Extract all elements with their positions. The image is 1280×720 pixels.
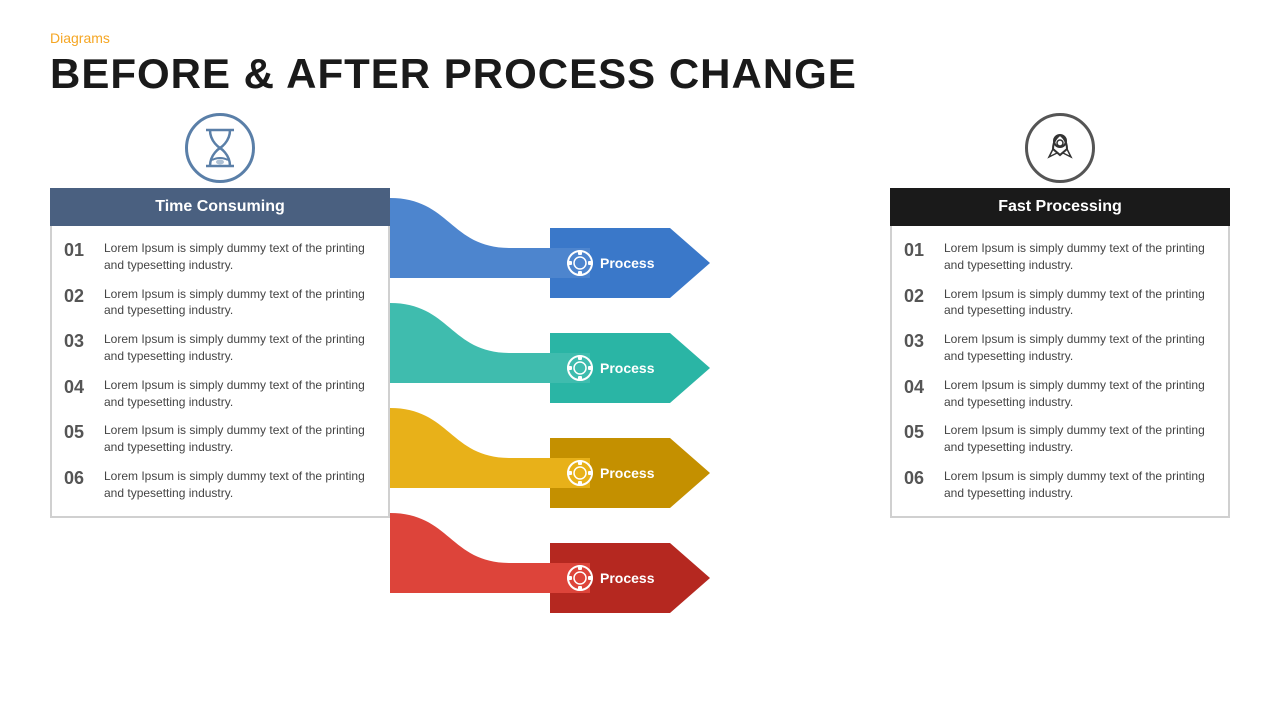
list-item: 04 Lorem Ipsum is simply dummy text of t…	[904, 371, 1216, 417]
list-item: 05 Lorem Ipsum is simply dummy text of t…	[64, 416, 376, 462]
item-text: Lorem Ipsum is simply dummy text of the …	[944, 331, 1216, 365]
item-text: Lorem Ipsum is simply dummy text of the …	[944, 468, 1216, 502]
item-number: 01	[904, 240, 934, 262]
item-text: Lorem Ipsum is simply dummy text of the …	[944, 422, 1216, 456]
item-number: 03	[64, 331, 94, 353]
page-container: Diagrams BEFORE & AFTER PROCESS CHANGE T…	[0, 0, 1280, 720]
item-text: Lorem Ipsum is simply dummy text of the …	[104, 331, 376, 365]
item-text: Lorem Ipsum is simply dummy text of the …	[104, 377, 376, 411]
list-item: 05 Lorem Ipsum is simply dummy text of t…	[904, 416, 1216, 462]
item-number: 04	[64, 377, 94, 399]
content-area: Time Consuming 01 Lorem Ipsum is simply …	[50, 128, 1230, 673]
page-title: BEFORE & AFTER PROCESS CHANGE	[50, 50, 1230, 98]
hourglass-icon	[185, 113, 255, 183]
item-text: Lorem Ipsum is simply dummy text of the …	[104, 422, 376, 456]
item-number: 01	[64, 240, 94, 262]
list-item: 01 Lorem Ipsum is simply dummy text of t…	[64, 234, 376, 280]
item-text: Lorem Ipsum is simply dummy text of the …	[104, 468, 376, 502]
list-item: 01 Lorem Ipsum is simply dummy text of t…	[904, 234, 1216, 280]
middle-arrows: Process Process Proc	[390, 188, 890, 673]
list-item: 03 Lorem Ipsum is simply dummy text of t…	[64, 325, 376, 371]
item-number: 06	[64, 468, 94, 490]
item-text: Lorem Ipsum is simply dummy text of the …	[944, 377, 1216, 411]
item-number: 02	[904, 286, 934, 308]
list-item: 02 Lorem Ipsum is simply dummy text of t…	[64, 280, 376, 326]
item-number: 02	[64, 286, 94, 308]
left-panel: Time Consuming 01 Lorem Ipsum is simply …	[50, 188, 390, 518]
item-number: 04	[904, 377, 934, 399]
right-panel: Fast Processing 01 Lorem Ipsum is simply…	[890, 188, 1230, 518]
left-panel-header: Time Consuming	[50, 188, 390, 226]
right-panel-header: Fast Processing	[890, 188, 1230, 226]
item-number: 06	[904, 468, 934, 490]
right-panel-body: 01 Lorem Ipsum is simply dummy text of t…	[890, 226, 1230, 518]
list-item: 04 Lorem Ipsum is simply dummy text of t…	[64, 371, 376, 417]
tag-label: Diagrams	[50, 30, 1230, 46]
item-number: 03	[904, 331, 934, 353]
rocket-icon	[1025, 113, 1095, 183]
item-text: Lorem Ipsum is simply dummy text of the …	[104, 286, 376, 320]
list-item: 06 Lorem Ipsum is simply dummy text of t…	[64, 462, 376, 508]
item-number: 05	[904, 422, 934, 444]
list-item: 03 Lorem Ipsum is simply dummy text of t…	[904, 325, 1216, 371]
item-number: 05	[64, 422, 94, 444]
list-item: 02 Lorem Ipsum is simply dummy text of t…	[904, 280, 1216, 326]
left-panel-body: 01 Lorem Ipsum is simply dummy text of t…	[50, 226, 390, 518]
item-text: Lorem Ipsum is simply dummy text of the …	[104, 240, 376, 274]
item-text: Lorem Ipsum is simply dummy text of the …	[944, 286, 1216, 320]
svg-text:Process: Process	[600, 570, 655, 586]
svg-text:Process: Process	[600, 255, 655, 271]
item-text: Lorem Ipsum is simply dummy text of the …	[944, 240, 1216, 274]
svg-text:Process: Process	[600, 360, 655, 376]
list-item: 06 Lorem Ipsum is simply dummy text of t…	[904, 462, 1216, 508]
svg-text:Process: Process	[600, 465, 655, 481]
